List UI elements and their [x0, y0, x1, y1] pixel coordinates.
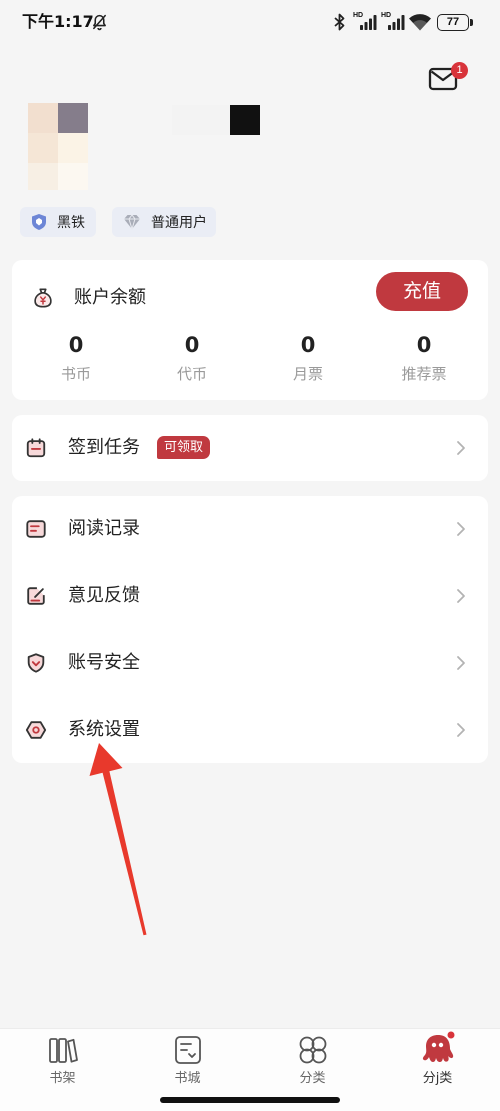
stat-monthly-tickets[interactable]: 0 月票	[250, 332, 366, 384]
tab-bookstore[interactable]: 书城	[125, 1029, 250, 1090]
tab-label: 书城	[174, 1071, 201, 1086]
reading-record-icon	[25, 518, 47, 540]
menu-item-feedback[interactable]: 意见反馈	[12, 563, 488, 630]
mascot-icon	[420, 1031, 456, 1065]
chevron-right-icon	[456, 521, 466, 537]
stat-value: 0	[184, 333, 200, 357]
menu-item-account-security[interactable]: 账号安全	[12, 630, 488, 697]
checkin-task-label: 签到任务	[68, 437, 140, 458]
status-time: 下午1:17	[22, 12, 94, 31]
account-security-icon	[25, 652, 47, 674]
battery-cap	[470, 19, 473, 26]
username[interactable]	[172, 105, 260, 135]
annotation-arrow	[89, 743, 147, 936]
menu-item-label: 意见反馈	[68, 585, 140, 607]
recharge-button[interactable]: 充值	[376, 272, 468, 311]
chevron-right-icon	[456, 655, 466, 671]
diamond-icon	[123, 214, 141, 231]
balance-title: 账户余额	[74, 287, 146, 308]
battery-level: 77	[446, 16, 460, 28]
signal-icon: HD	[380, 12, 406, 32]
level-badge-label: 黑铁	[57, 215, 85, 231]
bell-off-icon	[91, 13, 108, 31]
avatar[interactable]	[28, 103, 88, 190]
stat-tokens[interactable]: 0 代币	[134, 332, 250, 384]
membership-badge-label: 普通用户	[151, 215, 207, 231]
settings-icon	[25, 719, 47, 741]
menu-item-reading-record[interactable]: 阅读记录	[12, 496, 488, 563]
bluetooth-icon	[333, 13, 346, 31]
balance-card: 账户余额 充值 0 书币 0 代币 0 月票 0 推荐票	[12, 260, 488, 400]
menu-item-label: 账号安全	[68, 651, 140, 673]
stat-label: 书币	[60, 365, 91, 383]
stat-label: 代币	[176, 365, 207, 383]
money-bag-icon	[32, 287, 54, 309]
stat-label: 月票	[292, 365, 323, 383]
bookstore-icon	[172, 1034, 204, 1066]
stat-value: 0	[300, 333, 316, 357]
tab-mine-active[interactable]: 分j类	[375, 1029, 500, 1090]
signal-icon: HD	[352, 12, 378, 32]
chevron-right-icon	[456, 440, 466, 456]
wifi-icon	[408, 14, 432, 31]
mail-badge: 1	[451, 62, 468, 79]
level-badge[interactable]: 黑铁	[20, 207, 96, 237]
claimable-badge: 可领取	[157, 436, 211, 459]
stat-value: 0	[416, 333, 432, 357]
category-icon	[297, 1034, 329, 1066]
stat-book-coins[interactable]: 0 书币	[18, 332, 134, 384]
chevron-right-icon	[456, 588, 466, 604]
battery-icon: 77	[437, 14, 469, 31]
home-indicator[interactable]	[160, 1097, 340, 1103]
status-bar: 下午1:17 HD HD 77	[0, 0, 500, 44]
tab-category[interactable]: 分类	[250, 1029, 375, 1090]
tab-label: 分j类	[422, 1071, 453, 1086]
shield-icon	[31, 213, 47, 231]
menu-item-label: 阅读记录	[68, 518, 140, 540]
chevron-right-icon	[456, 722, 466, 738]
stat-recommend-tickets[interactable]: 0 推荐票	[366, 332, 482, 384]
bottom-tab-bar: 书架 书城 分类 分j类	[0, 1028, 500, 1090]
tab-label: 分类	[299, 1071, 326, 1086]
stat-value: 0	[68, 333, 84, 357]
membership-badge[interactable]: 普通用户	[112, 207, 216, 237]
checkin-task-row[interactable]: 签到任务 可领取	[12, 415, 488, 481]
bookshelf-icon	[47, 1034, 79, 1066]
tab-label: 书架	[49, 1071, 76, 1086]
tab-bookshelf[interactable]: 书架	[0, 1029, 125, 1090]
calendar-icon	[25, 437, 47, 459]
stat-label: 推荐票	[401, 365, 447, 383]
menu-card: 阅读记录 意见反馈 账号安全 系统设置	[12, 496, 488, 763]
feedback-icon	[25, 585, 47, 607]
